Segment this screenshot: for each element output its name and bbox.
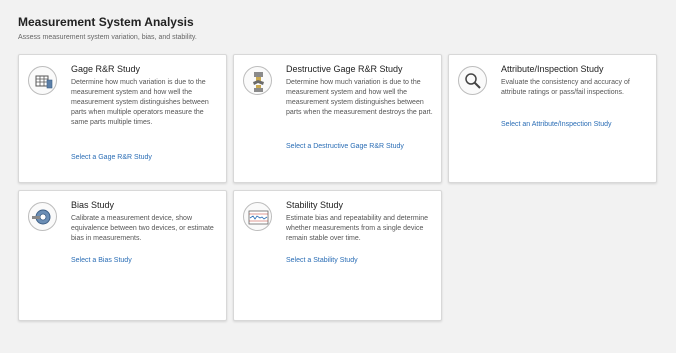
select-stability-study-link[interactable]: Select a Stability Study — [286, 257, 358, 264]
bias-study-card: Bias Study Calibrate a measurement devic… — [18, 190, 227, 321]
gage-rr-card: Gage R&R Study Determine how much variat… — [18, 54, 227, 183]
card-title: Stability Study — [286, 200, 344, 210]
select-destructive-gage-rr-link[interactable]: Select a Destructive Gage R&R Study — [286, 143, 404, 150]
select-gage-rr-link[interactable]: Select a Gage R&R Study — [71, 154, 152, 161]
card-title: Destructive Gage R&R Study — [286, 64, 403, 74]
caliper-icon — [28, 202, 57, 231]
card-title: Gage R&R Study — [71, 64, 141, 74]
magnifier-icon — [458, 66, 487, 95]
select-bias-study-link[interactable]: Select a Bias Study — [71, 257, 132, 264]
card-description: Evaluate the consistency and accuracy of… — [501, 79, 630, 96]
card-title: Bias Study — [71, 200, 115, 210]
attribute-inspection-card: Attribute/Inspection Study Evaluate the … — [448, 54, 657, 183]
destructive-gage-rr-card: Destructive Gage R&R Study Determine how… — [233, 54, 442, 183]
card-description: Determine how much variation is due to t… — [71, 79, 209, 126]
card-description: Estimate bias and repeatability and dete… — [286, 215, 429, 242]
page-subtitle: Assess measurement system variation, bia… — [18, 34, 197, 41]
destructive-gage-icon — [243, 66, 272, 95]
select-attribute-inspection-link[interactable]: Select an Attribute/Inspection Study — [501, 121, 612, 128]
gage-rr-icon — [28, 66, 57, 95]
stability-study-card: Stability Study Estimate bias and repeat… — [233, 190, 442, 321]
page-title: Measurement System Analysis — [18, 15, 194, 29]
card-description: Determine how much variation is due to t… — [286, 79, 433, 116]
card-description: Calibrate a measurement device, show equ… — [71, 215, 214, 242]
card-title: Attribute/Inspection Study — [501, 64, 604, 74]
control-chart-icon — [243, 202, 272, 231]
